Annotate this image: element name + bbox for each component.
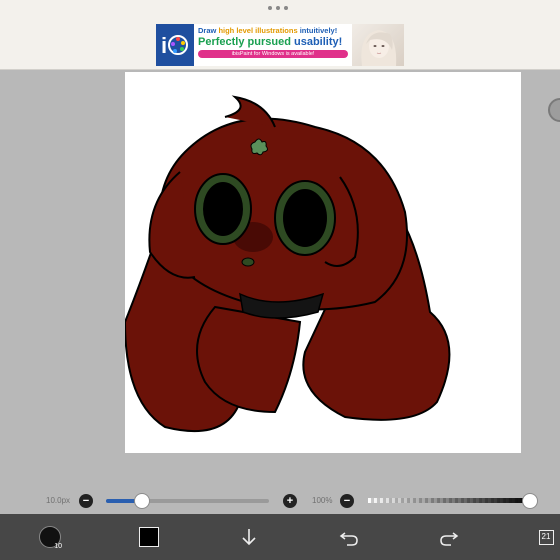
- download-arrow-icon: [242, 529, 256, 546]
- brush-size-increase-button[interactable]: +: [283, 494, 297, 508]
- brush-size-label: 10.0px: [46, 496, 71, 505]
- ad-pill: ibisPaint for Windows is available!: [198, 50, 348, 58]
- drawing-canvas[interactable]: [123, 72, 521, 453]
- opacity-slider[interactable]: [368, 498, 532, 503]
- more-dots-icon[interactable]: [268, 6, 288, 10]
- layers-button[interactable]: 21: [536, 514, 556, 560]
- layers-icon: 21: [538, 529, 554, 545]
- color-icon: [139, 527, 159, 547]
- brush-size-value: 10: [54, 543, 62, 550]
- brush-size-thumb[interactable]: [133, 493, 150, 509]
- brush-icon: 10: [39, 526, 62, 550]
- ibispaint-logo-icon: i: [156, 24, 194, 66]
- brush-size-decrease-button[interactable]: −: [79, 494, 93, 508]
- color-button[interactable]: [136, 514, 162, 560]
- brush-button[interactable]: 10: [36, 514, 64, 560]
- tool-menu-button[interactable]: [236, 514, 262, 560]
- undo-icon: [339, 532, 358, 546]
- opacity-label: 100%: [312, 496, 333, 505]
- ad-text: Draw high level illustrations intuitivel…: [194, 24, 352, 66]
- ad-headline: Draw high level illustrations intuitivel…: [198, 26, 338, 35]
- bottom-toolbar: 10 21: [0, 514, 560, 560]
- svg-text:i: i: [161, 33, 167, 58]
- opacity-decrease-button[interactable]: −: [340, 494, 354, 508]
- ad-tagline: Perfectly pursued usability!: [198, 36, 343, 48]
- slider-row: 10.0px − + 100% −: [0, 488, 560, 514]
- opacity-thumb[interactable]: [522, 493, 538, 509]
- side-panel-handle[interactable]: [548, 98, 560, 122]
- artwork-drawing: [123, 95, 451, 433]
- redo-button[interactable]: [436, 514, 462, 560]
- undo-button[interactable]: [336, 514, 362, 560]
- redo-icon: [440, 532, 459, 546]
- top-ad-bar: i Draw high level illustrations intuitiv…: [0, 0, 560, 70]
- brush-size-slider[interactable]: [106, 499, 269, 503]
- ad-banner[interactable]: i Draw high level illustrations intuitiv…: [156, 24, 404, 66]
- ad-character-image: [352, 24, 404, 66]
